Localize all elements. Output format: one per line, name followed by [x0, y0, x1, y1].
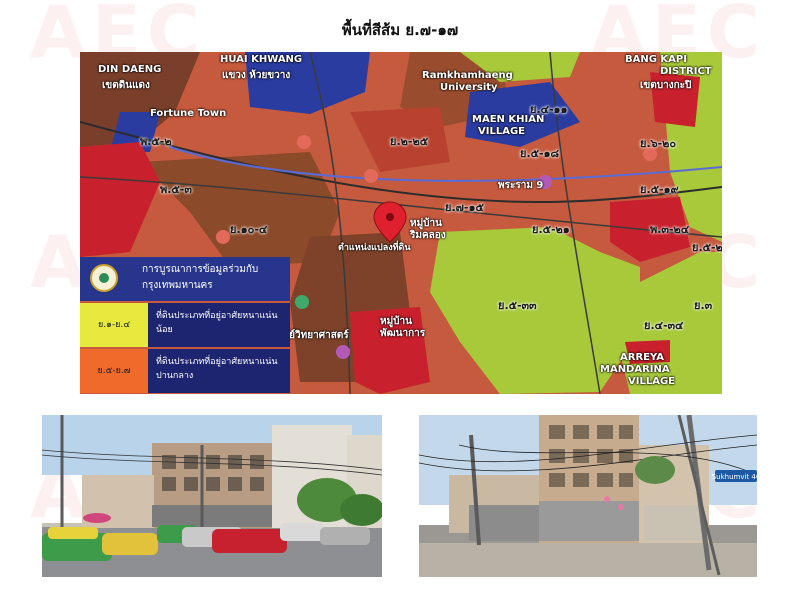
district-label: DISTRICT	[660, 66, 712, 77]
zone-label: ย.๕-๒๑	[692, 241, 722, 254]
legend-row: ย.๑-ย.๔ ที่ดินประเภทที่อยู่อาศัยหนาแน่นน…	[80, 303, 290, 347]
legend-row: ย.๕-ย.๗ ที่ดินประเภทที่อยู่อาศัยหนาแน่นป…	[80, 349, 290, 393]
street-photo-left	[42, 415, 382, 577]
district-label: พระราม 9	[498, 180, 544, 191]
map-pin-dot	[386, 213, 394, 221]
poi-icon	[364, 169, 378, 183]
poi-icon	[336, 345, 350, 359]
red-car	[212, 529, 287, 553]
legend-title-line2: กรุงเทพมหานคร	[142, 280, 213, 291]
legend-title-line1: การบูรณาการข้อมูลร่วมกับ	[142, 264, 259, 275]
zone-label: พ.๕-๒	[140, 135, 172, 148]
district-label: แขวง ห้วยขวาง	[222, 70, 291, 81]
zone-label: พ.๓-๒๔	[650, 223, 690, 236]
district-label: BANG KAPI	[625, 54, 687, 65]
legend-header: การบูรณาการข้อมูลร่วมกับ กรุงเทพมหานคร	[80, 257, 290, 301]
sign-dot	[604, 496, 610, 502]
zoning-map[interactable]: DIN DAENG เขตดินแดง HUAI KHWANG แขวง ห้ว…	[80, 52, 722, 394]
sign-dot	[618, 504, 624, 510]
zone-label: ย.๒-๒๕	[390, 135, 429, 148]
district-label: พัฒนาการ	[380, 328, 426, 339]
umbrella	[83, 513, 111, 523]
page-title: พื้นที่สีส้ม ย.๗-๑๗	[341, 21, 459, 39]
district-label: เขตดินแดง	[102, 80, 150, 91]
poi-icon	[295, 295, 309, 309]
district-label: University	[440, 82, 498, 93]
district-label: DIN DAENG	[98, 64, 162, 75]
zone-label: ย.๔-๓๔	[644, 319, 684, 332]
shutters	[152, 505, 272, 527]
zone-label: ย.๕-๓๓	[498, 299, 537, 312]
district-label: ARREYA	[620, 352, 664, 363]
storefront	[644, 505, 704, 541]
zone-label: ย.๑๐-๔	[230, 223, 268, 236]
zone-label: ย.๕-๑๙	[640, 183, 679, 196]
legend-desc: ที่ดินประเภทที่อยู่อาศัยหนาแน่นปานกลาง	[156, 357, 278, 381]
zone-label: ย.๖-๒๐	[640, 137, 677, 150]
street-photo-right-illustration: Sukhumvit 46	[419, 415, 757, 577]
legend-swatch: ย.๑-ย.๔	[80, 303, 148, 347]
car	[102, 533, 158, 555]
map-pin-label: ตำแหน่งแปลงที่ดิน	[338, 243, 411, 253]
zone-label: พ.๕-๓	[160, 183, 192, 196]
car	[320, 527, 370, 545]
district-label: ริมคลอง	[410, 230, 446, 241]
district-label: MANDARINA	[600, 364, 670, 375]
legend-desc: ที่ดินประเภทที่อยู่อาศัยหนาแน่นน้อย	[156, 311, 278, 335]
district-label: เขตบางกะปิ	[640, 80, 692, 91]
zone-label: ย.๕-๑๘	[520, 147, 559, 160]
district-label: VILLAGE	[478, 126, 525, 137]
district-label: Ramkhamhaeng	[422, 70, 513, 81]
street-photo-right: Sukhumvit 46	[419, 415, 757, 577]
district-label: Fortune Town	[150, 108, 227, 119]
taxi-roof	[48, 527, 98, 539]
zone-label: ย.๕-๒๑	[532, 223, 570, 236]
poi-icon	[216, 230, 230, 244]
district-label: HUAI KHWANG	[220, 54, 303, 65]
car	[280, 523, 325, 541]
zone-label: ย.๔-๑๑	[530, 103, 568, 116]
tree	[340, 494, 382, 526]
district-label: VILLAGE	[628, 376, 675, 387]
legend-swatch: ย.๕-ย.๗	[80, 349, 148, 393]
street-photo-left-illustration	[42, 415, 382, 577]
tree	[635, 456, 675, 484]
bma-logo-icon	[90, 264, 118, 292]
zone-label: ย.๗-๑๕	[445, 201, 484, 214]
poi-icon	[297, 135, 311, 149]
map-legend: การบูรณาการข้อมูลร่วมกับ กรุงเทพมหานคร ย…	[80, 257, 290, 393]
street-sign-text: Sukhumvit 46	[712, 473, 757, 481]
zone-label: ย.๓	[694, 299, 713, 312]
